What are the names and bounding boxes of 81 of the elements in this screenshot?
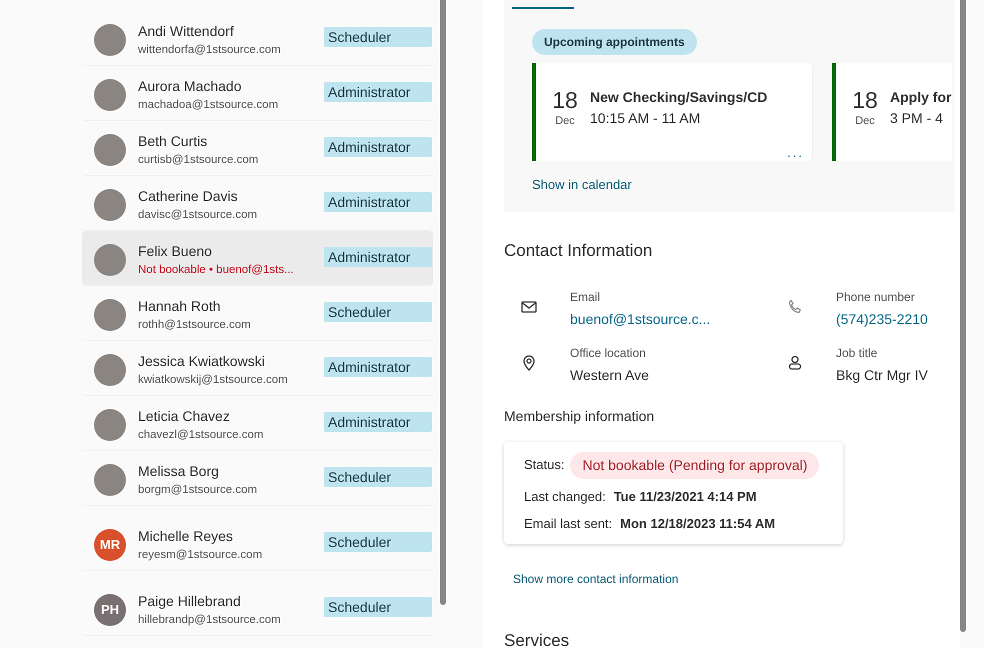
- role-tag: Scheduler: [324, 467, 432, 487]
- staff-name: Hannah Roth: [138, 298, 222, 314]
- staff-email: davisc@1stsource.com: [138, 208, 258, 222]
- staff-email: curtisb@1stsource.com: [138, 153, 260, 167]
- avatar-initials: MR: [94, 529, 126, 561]
- photo-placeholder: [94, 409, 126, 441]
- show-more-link[interactable]: Show more contact information: [513, 570, 955, 588]
- field-label: Job title: [836, 344, 878, 362]
- section-title: Membership information: [504, 406, 656, 426]
- show-in-calendar-link[interactable]: Show in calendar: [532, 175, 955, 194]
- staff-name: Felix Bueno: [138, 243, 213, 259]
- phone-icon: [786, 298, 804, 316]
- field-label: Email: [570, 288, 602, 306]
- tab-indicator: [512, 7, 574, 9]
- appointment-time: 10:15 AM - 11 AM: [590, 109, 702, 128]
- photo-placeholder: [94, 299, 126, 331]
- field-value: Tue 11/23/2021 4:14 PM: [614, 488, 757, 506]
- staff-name: Melissa Borg: [138, 463, 220, 479]
- field-label: Last changed:: [524, 488, 606, 506]
- date-month: Dec: [555, 114, 575, 129]
- staff-email: Not bookable • buenof@1sts...: [138, 263, 295, 277]
- staff-name: Leticia Chavez: [138, 408, 231, 424]
- staff-email: hillebrandp@1stsource.com: [138, 613, 282, 627]
- field-link[interactable]: buenof@1stsource.c...: [570, 308, 710, 330]
- more-button[interactable]: ...: [787, 147, 804, 159]
- section-badge: Upcoming appointments: [532, 29, 697, 55]
- role-tag: Administrator: [324, 82, 432, 102]
- photo-placeholder: [94, 189, 126, 221]
- role-tag: Scheduler: [324, 532, 432, 552]
- date-day: 18: [552, 87, 578, 113]
- role-tag: Administrator: [324, 412, 432, 432]
- staff-name: Catherine Davis: [138, 188, 239, 204]
- field-value: Western Ave: [570, 366, 649, 384]
- date-month: Dec: [855, 114, 875, 129]
- staff-name: Jessica Kwiatkowski: [138, 353, 266, 369]
- section-title: Services: [504, 630, 570, 648]
- appointment-card[interactable]: 18 Dec Apply for 3 PM - 4: [832, 63, 952, 161]
- staff-email: kwiatkowskij@1stsource.com: [138, 373, 289, 387]
- role-tag: Administrator: [324, 247, 432, 267]
- appointment-card[interactable]: 18 Dec New Checking/Savings/CD 10:15 AM - 11 AM ...: [532, 63, 812, 161]
- staff-name: Michelle Reyes: [138, 528, 234, 544]
- staff-email: machadoa@1stsource.com: [138, 98, 280, 112]
- staff-email: wittendorfa@1stsource.com: [138, 43, 282, 57]
- status-badge: Not bookable (Pending for approval): [570, 452, 820, 478]
- date-day: 18: [852, 87, 878, 113]
- staff-email: reyesm@1stsource.com: [138, 548, 264, 562]
- status-label: Status:: [524, 456, 564, 474]
- person-icon: [786, 354, 804, 372]
- role-tag: Scheduler: [324, 302, 432, 322]
- field-value: Mon 12/18/2023 11:54 AM: [620, 515, 776, 533]
- staff-email: rothh@1stsource.com: [138, 318, 252, 332]
- staff-email: chavezl@1stsource.com: [138, 428, 264, 442]
- appointment-time: 3 PM - 4: [890, 109, 944, 128]
- field-label: Email last sent:: [524, 515, 612, 533]
- role-tag: Scheduler: [324, 27, 432, 47]
- role-tag: Administrator: [324, 357, 432, 377]
- appointment-title: Apply for: [890, 88, 952, 107]
- role-tag: Scheduler: [324, 597, 432, 617]
- photo-placeholder: [94, 354, 126, 386]
- scrollbar[interactable]: [960, 0, 966, 632]
- photo-placeholder: [94, 79, 126, 111]
- photo-placeholder: [94, 134, 126, 166]
- role-tag: Administrator: [324, 137, 432, 157]
- photo-placeholder: [94, 244, 126, 276]
- appointment-title: New Checking/Savings/CD: [590, 88, 768, 107]
- photo-placeholder: [94, 464, 126, 496]
- photo-placeholder: [94, 24, 126, 56]
- staff-email: borgm@1stsource.com: [138, 483, 258, 497]
- staff-name: Beth Curtis: [138, 133, 208, 149]
- staff-row[interactable]: Felix Bueno Not bookable • buenof@1sts... Administrator: [82, 231, 433, 286]
- staff-name: Andi Wittendorf: [138, 23, 235, 39]
- field-link[interactable]: (574)235-2210: [836, 308, 928, 330]
- field-value: Bkg Ctr Mgr IV: [836, 366, 928, 385]
- field-label: Office location: [570, 344, 647, 362]
- avatar-initials: PH: [94, 594, 126, 626]
- staff-name: Paige Hillebrand: [138, 593, 242, 609]
- staff-name: Aurora Machado: [138, 78, 243, 94]
- section-title: Contact Information: [504, 240, 654, 262]
- scrollbar[interactable]: [440, 0, 446, 605]
- field-label: Phone number: [836, 288, 916, 306]
- role-tag: Administrator: [324, 192, 432, 212]
